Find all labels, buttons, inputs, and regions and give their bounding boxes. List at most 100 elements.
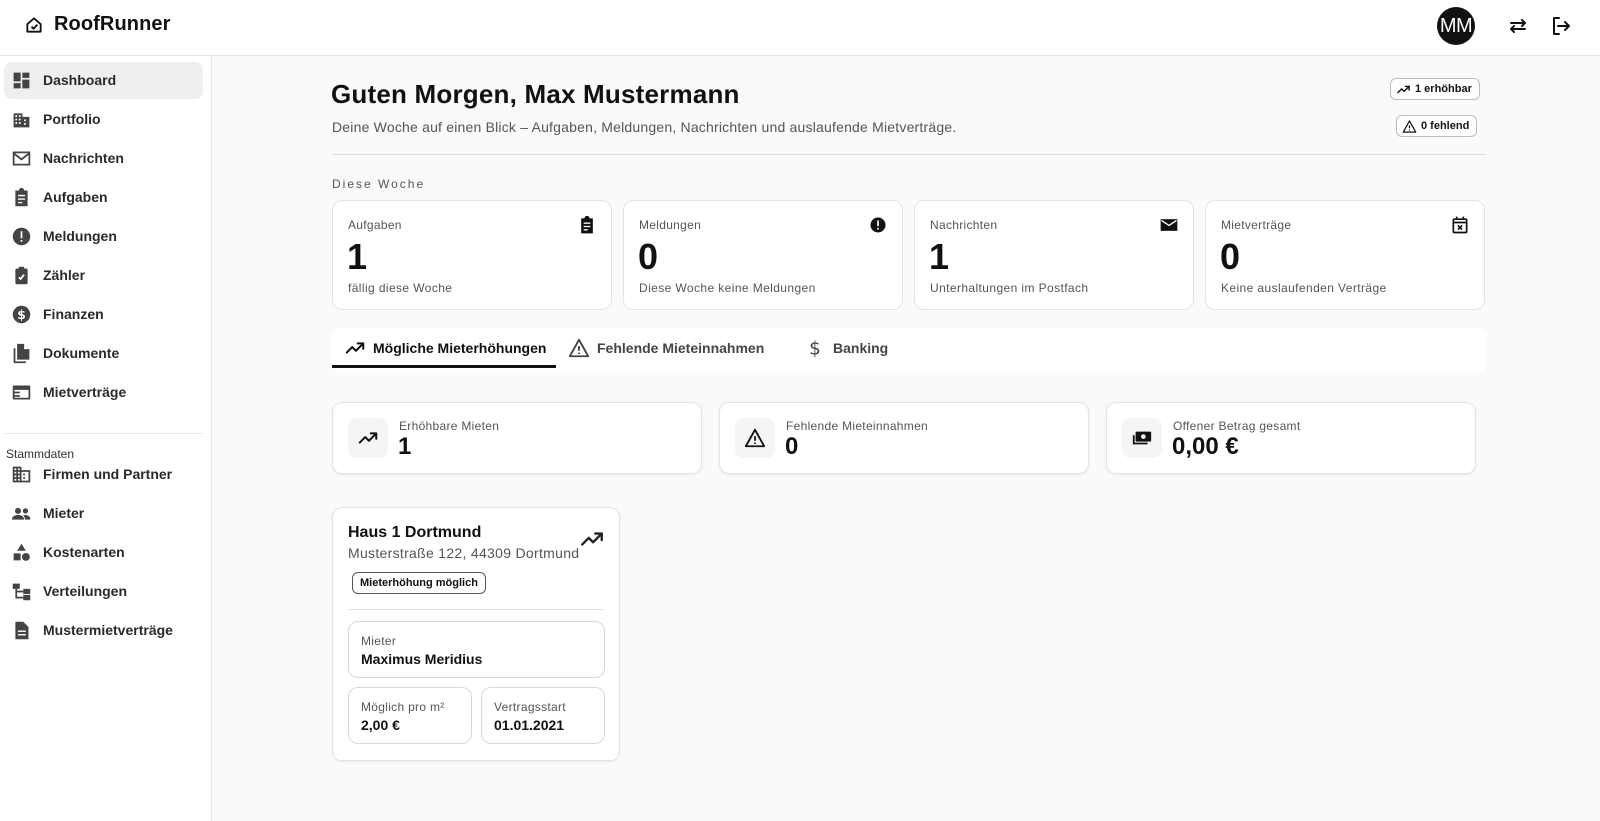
tab-banking[interactable]: $ Banking bbox=[792, 328, 912, 368]
chip-label: 1 erhöhbar bbox=[1415, 83, 1472, 95]
sidebar-item-zaehler[interactable]: Zähler bbox=[4, 257, 203, 294]
tab-bar: Mögliche Mieterhöhungen Fehlende Mietein… bbox=[332, 328, 1486, 372]
contract-icon bbox=[11, 382, 32, 403]
stat-title: Mietverträge bbox=[1221, 218, 1292, 232]
sidebar-item-meldungen[interactable]: Meldungen bbox=[4, 218, 203, 255]
sidebar: Dashboard Portfolio Nachrichten Aufgaben… bbox=[0, 56, 212, 821]
stat-value: 1 bbox=[929, 236, 950, 277]
trending-up-icon bbox=[1397, 85, 1410, 93]
tab-label: Fehlende Mieteinnahmen bbox=[597, 340, 765, 356]
svg-text:$: $ bbox=[17, 308, 26, 322]
swap-icon[interactable] bbox=[1506, 14, 1530, 38]
header-divider bbox=[332, 154, 1486, 155]
mail-icon bbox=[1159, 215, 1179, 235]
sidebar-item-mietvertraege[interactable]: Mietverträge bbox=[4, 374, 203, 411]
dollar-icon: $ bbox=[11, 304, 32, 325]
page-title: Guten Morgen, Max Mustermann bbox=[331, 79, 740, 109]
tenant-box: Mieter Maximus Meridius bbox=[348, 621, 605, 678]
missing-chip[interactable]: 0 fehlend bbox=[1396, 115, 1478, 137]
stat-title: Nachrichten bbox=[930, 218, 998, 232]
stat-card-mietvertraege[interactable]: Mietverträge 0 Keine auslaufenden Verträ… bbox=[1205, 200, 1485, 310]
sidebar-item-label: Mustermietverträge bbox=[43, 622, 173, 638]
stat-subtitle: Diese Woche keine Meldungen bbox=[639, 281, 816, 295]
summary-card-offener-betrag: Offener Betrag gesamt 0,00 € bbox=[1106, 402, 1476, 474]
sidebar-divider bbox=[4, 433, 203, 434]
sidebar-item-label: Dokumente bbox=[43, 345, 120, 361]
sidebar-item-firmen[interactable]: Firmen und Partner bbox=[4, 456, 203, 493]
stat-subtitle: Keine auslaufenden Verträge bbox=[1221, 281, 1387, 295]
main-content: Guten Morgen, Max Mustermann Deine Woche… bbox=[213, 57, 1600, 821]
tab-label: Banking bbox=[833, 340, 889, 356]
stat-subtitle: Unterhaltungen im Postfach bbox=[930, 281, 1089, 295]
summary-value: 0 bbox=[785, 433, 799, 460]
possible-increase-box: Möglich pro m² 2,00 € bbox=[348, 687, 472, 744]
company-icon bbox=[11, 464, 32, 485]
tab-fehlende-mieteinnahmen[interactable]: Fehlende Mieteinnahmen bbox=[556, 328, 780, 368]
template-icon bbox=[11, 620, 32, 641]
sidebar-item-label: Meldungen bbox=[43, 228, 117, 244]
trending-up-icon bbox=[579, 526, 605, 552]
sidebar-item-label: Firmen und Partner bbox=[43, 466, 173, 482]
sidebar-item-label: Finanzen bbox=[43, 306, 104, 322]
warning-icon bbox=[1402, 119, 1417, 133]
sidebar-item-label: Mieter bbox=[43, 505, 85, 521]
summary-value: 1 bbox=[398, 433, 412, 460]
sidebar-item-finanzen[interactable]: $ Finanzen bbox=[4, 296, 203, 333]
alert-circle-icon bbox=[868, 215, 888, 235]
stat-card-aufgaben[interactable]: Aufgaben 1 fällig diese Woche bbox=[332, 200, 612, 310]
money-icon bbox=[1122, 418, 1162, 458]
summary-card-erhoehbar: Erhöhbare Mieten 1 bbox=[332, 402, 702, 474]
avatar[interactable]: MM bbox=[1437, 7, 1475, 45]
stat-card-meldungen[interactable]: Meldungen 0 Diese Woche keine Meldungen bbox=[623, 200, 903, 310]
trending-up-icon bbox=[348, 418, 388, 458]
sidebar-item-label: Dashboard bbox=[43, 72, 117, 88]
sidebar-item-label: Verteilungen bbox=[43, 583, 128, 599]
stat-value: 1 bbox=[347, 236, 368, 277]
status-badge: Mieterhöhung möglich bbox=[352, 572, 486, 594]
increasable-chip[interactable]: 1 erhöhbar bbox=[1390, 78, 1480, 100]
warning-icon bbox=[568, 337, 590, 359]
property-divider bbox=[348, 609, 604, 610]
dollar-icon: $ bbox=[804, 337, 826, 359]
roof-logo-icon bbox=[24, 15, 44, 35]
clipboard-icon bbox=[11, 187, 32, 208]
app-title[interactable]: RoofRunner bbox=[54, 13, 171, 36]
meter-icon bbox=[11, 265, 32, 286]
alert-circle-icon bbox=[11, 226, 32, 247]
stat-title: Meldungen bbox=[639, 218, 702, 232]
week-section-label: Diese Woche bbox=[332, 177, 426, 191]
stat-value: 0 bbox=[1220, 236, 1241, 277]
sidebar-item-label: Portfolio bbox=[43, 111, 101, 127]
possible-value: 2,00 € bbox=[361, 717, 400, 733]
dashboard-icon bbox=[11, 70, 32, 91]
sidebar-item-mieter[interactable]: Mieter bbox=[4, 495, 203, 532]
sidebar-item-mustermietvertraege[interactable]: Mustermietverträge bbox=[4, 612, 203, 649]
stat-title: Aufgaben bbox=[348, 218, 402, 232]
sidebar-item-label: Zähler bbox=[43, 267, 86, 283]
property-card[interactable]: Haus 1 Dortmund Musterstraße 122, 44309 … bbox=[332, 507, 620, 761]
people-icon bbox=[11, 503, 32, 524]
tenant-label: Mieter bbox=[361, 634, 397, 648]
possible-label: Möglich pro m² bbox=[361, 700, 445, 714]
sidebar-item-label: Aufgaben bbox=[43, 189, 108, 205]
start-value: 01.01.2021 bbox=[494, 717, 565, 733]
page-subtitle: Deine Woche auf einen Blick – Aufgaben, … bbox=[332, 119, 957, 135]
trending-up-icon bbox=[344, 337, 366, 359]
tab-label: Mögliche Mieterhöhungen bbox=[373, 340, 547, 356]
summary-title: Erhöhbare Mieten bbox=[399, 419, 500, 433]
sidebar-item-dashboard[interactable]: Dashboard bbox=[4, 62, 203, 99]
sidebar-item-nachrichten[interactable]: Nachrichten bbox=[4, 140, 203, 177]
summary-title: Offener Betrag gesamt bbox=[1173, 419, 1301, 433]
logout-icon[interactable] bbox=[1549, 14, 1573, 38]
sidebar-item-label: Nachrichten bbox=[43, 150, 124, 166]
sidebar-item-dokumente[interactable]: Dokumente bbox=[4, 335, 203, 372]
tenant-name: Maximus Meridius bbox=[361, 651, 483, 667]
stat-card-nachrichten[interactable]: Nachrichten 1 Unterhaltungen im Postfach bbox=[914, 200, 1194, 310]
sidebar-item-portfolio[interactable]: Portfolio bbox=[4, 101, 203, 138]
sidebar-item-kostenarten[interactable]: Kostenarten bbox=[4, 534, 203, 571]
property-address: Musterstraße 122, 44309 Dortmund bbox=[348, 545, 580, 561]
sidebar-item-verteilungen[interactable]: Verteilungen bbox=[4, 573, 203, 610]
summary-value: 0,00 € bbox=[1172, 433, 1239, 460]
tab-mieterhoehungen[interactable]: Mögliche Mieterhöhungen bbox=[332, 328, 556, 368]
sidebar-item-aufgaben[interactable]: Aufgaben bbox=[4, 179, 203, 216]
